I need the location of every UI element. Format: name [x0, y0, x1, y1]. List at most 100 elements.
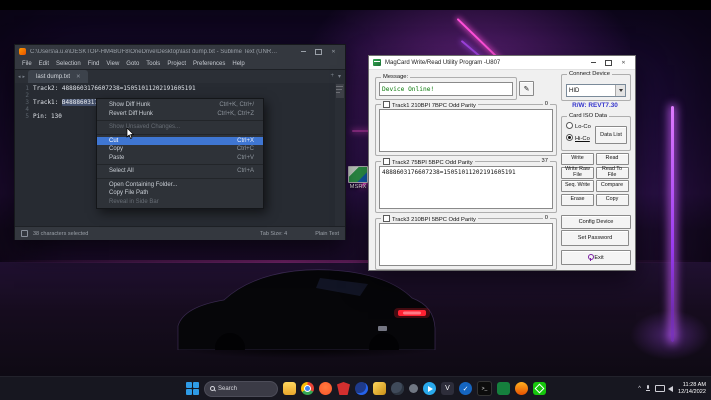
maximize-icon[interactable]: [601, 57, 616, 68]
context-item-select-all[interactable]: Select All Ctrl+A: [97, 167, 263, 176]
context-item-paste[interactable]: Paste Ctrl+V: [97, 154, 263, 163]
taskbar-icon-sharex[interactable]: [533, 382, 546, 395]
radio-icon[interactable]: [566, 122, 573, 129]
chevron-down-icon[interactable]: [615, 85, 625, 96]
context-item-cut[interactable]: Cut Ctrl+X: [97, 136, 263, 145]
taskbar-icon-shield[interactable]: [337, 382, 350, 395]
key-icon: [588, 254, 595, 261]
track-data-field[interactable]: [379, 109, 553, 152]
start-button[interactable]: [186, 382, 199, 395]
write-button[interactable]: Write: [561, 153, 594, 165]
line-number: 1: [25, 85, 29, 92]
menu-file[interactable]: File: [22, 61, 32, 67]
taskbar-icon-greenbox[interactable]: [497, 382, 510, 395]
magcard-titlebar[interactable]: MagCard Write/Read Utility Program -U807…: [369, 56, 635, 70]
taskbar-icon-terminal[interactable]: >_: [477, 381, 492, 396]
network-icon[interactable]: [655, 385, 665, 392]
syntax-indicator[interactable]: Plain Text: [315, 231, 339, 237]
seq-write-button[interactable]: Seq. Write: [561, 180, 594, 192]
taskbar-icon-chrome[interactable]: [301, 382, 314, 395]
set-password-button[interactable]: Set Password: [561, 230, 629, 246]
context-item-open-containing-folder[interactable]: Open Containing Folder...: [97, 181, 263, 190]
connect-device-label: Connect Device: [567, 71, 612, 77]
context-item-shortcut: Ctrl+C: [236, 146, 254, 153]
overflow-icon[interactable]: ▾: [338, 73, 341, 80]
menu-divider: [97, 120, 263, 121]
line-text: Track1:: [33, 99, 62, 106]
tab-nav-forward-icon[interactable]: ▸: [23, 74, 26, 80]
tab-last-dump[interactable]: last dump.txt ✕: [28, 70, 88, 83]
context-item-label: Show Unsaved Changes...: [109, 124, 181, 131]
exit-button[interactable]: Exit: [561, 250, 631, 265]
taskbar-icon-steam[interactable]: [391, 382, 404, 395]
magcard-window-title: MagCard Write/Read Utility Program -U807: [385, 59, 501, 66]
taskbar-icon-flame[interactable]: [515, 382, 528, 395]
menu-divider: [97, 133, 263, 135]
volume-icon[interactable]: [668, 385, 673, 392]
config-device-button[interactable]: Config Device: [561, 215, 631, 229]
minimap[interactable]: [335, 83, 345, 226]
tray-chevron-icon[interactable]: ^: [638, 386, 641, 392]
tray-time: 11:28 AM: [682, 382, 706, 388]
copy-button[interactable]: Copy: [595, 193, 629, 206]
erase-button[interactable]: Erase: [561, 193, 594, 206]
track-data-field[interactable]: [379, 223, 553, 266]
minimize-icon[interactable]: [586, 57, 601, 68]
radio-selected-icon[interactable]: [566, 134, 573, 141]
maximize-icon[interactable]: [311, 46, 326, 57]
taskbar-icon-file-explorer[interactable]: [283, 382, 296, 395]
taskbar-icon-brave[interactable]: [319, 382, 332, 395]
read-to-file-button[interactable]: Read To File: [595, 166, 629, 179]
close-icon[interactable]: ✕: [326, 46, 341, 57]
menu-divider: [97, 164, 263, 165]
menu-project[interactable]: Project: [167, 61, 186, 67]
menu-preferences[interactable]: Preferences: [193, 61, 225, 67]
microphone-icon[interactable]: [646, 384, 650, 393]
context-item-revert-diff-hunk[interactable]: Revert Diff Hunk Ctrl+K, Ctrl+Z: [97, 110, 263, 119]
tab-size-indicator[interactable]: Tab Size: 4: [260, 231, 287, 237]
context-item-shortcut: Ctrl+A: [237, 168, 254, 175]
magcard-app-icon: [373, 59, 381, 66]
context-item-copy[interactable]: Copy Ctrl+C: [97, 145, 263, 154]
menu-find[interactable]: Find: [88, 61, 100, 67]
checkbox-icon[interactable]: [383, 101, 390, 108]
taskbar-icon-gray[interactable]: [409, 384, 418, 393]
context-item-copy-file-path[interactable]: Copy File Path: [97, 189, 263, 198]
checkbox-icon[interactable]: [383, 215, 390, 222]
note-button[interactable]: [519, 81, 534, 96]
taskbar-icon-check[interactable]: ✓: [459, 382, 472, 395]
taskbar-icon-gold[interactable]: [373, 382, 386, 395]
message-field[interactable]: Device Online!: [379, 82, 513, 96]
menu-edit[interactable]: Edit: [39, 61, 49, 67]
sublime-titlebar[interactable]: C:\Users\a.u.e\DESKTOP-HM4BUF8\OneDrive\…: [15, 45, 345, 58]
clock[interactable]: 11:28 AM 12/14/2022: [678, 382, 706, 395]
device-select[interactable]: HID: [566, 84, 626, 97]
tab-close-icon[interactable]: ✕: [76, 74, 81, 80]
compare-button[interactable]: Compare: [595, 180, 629, 192]
data-list-button[interactable]: Data List: [595, 126, 627, 144]
line-number: 3: [25, 99, 29, 106]
tab-nav-back-icon[interactable]: ◂: [18, 74, 21, 80]
search-box[interactable]: Search: [204, 380, 278, 397]
radio-lo-co[interactable]: Lo-Co: [566, 122, 591, 130]
menu-goto[interactable]: Goto: [126, 61, 139, 67]
menu-selection[interactable]: Selection: [56, 61, 81, 67]
taskbar-icon-vbox[interactable]: V: [441, 382, 454, 395]
close-icon[interactable]: ✕: [616, 57, 631, 68]
menu-view[interactable]: View: [106, 61, 119, 67]
context-item-show-diff-hunk[interactable]: Show Diff Hunk Ctrl+K, Ctrl+/: [97, 101, 263, 110]
read-button[interactable]: Read: [595, 153, 629, 165]
taskbar-icon-telegram[interactable]: [423, 382, 436, 395]
taskbar-icon-globe[interactable]: [355, 382, 368, 395]
editor-line[interactable]: 1 Track2: 4888603176607238=15051011202191…: [15, 85, 335, 92]
track-data-field[interactable]: 4888603176607238=15051011202191605191: [379, 166, 553, 209]
checkbox-icon[interactable]: [383, 158, 390, 165]
write-raw-file-button[interactable]: Write Raw File: [561, 166, 594, 179]
letterbox-top: [0, 0, 711, 10]
radio-hi-co[interactable]: Hi-Co: [566, 134, 590, 142]
new-tab-icon[interactable]: +: [330, 73, 334, 80]
minimize-icon[interactable]: [296, 46, 311, 57]
line-number: 5: [25, 113, 29, 120]
menu-help[interactable]: Help: [232, 61, 244, 67]
menu-tools[interactable]: Tools: [146, 61, 160, 67]
